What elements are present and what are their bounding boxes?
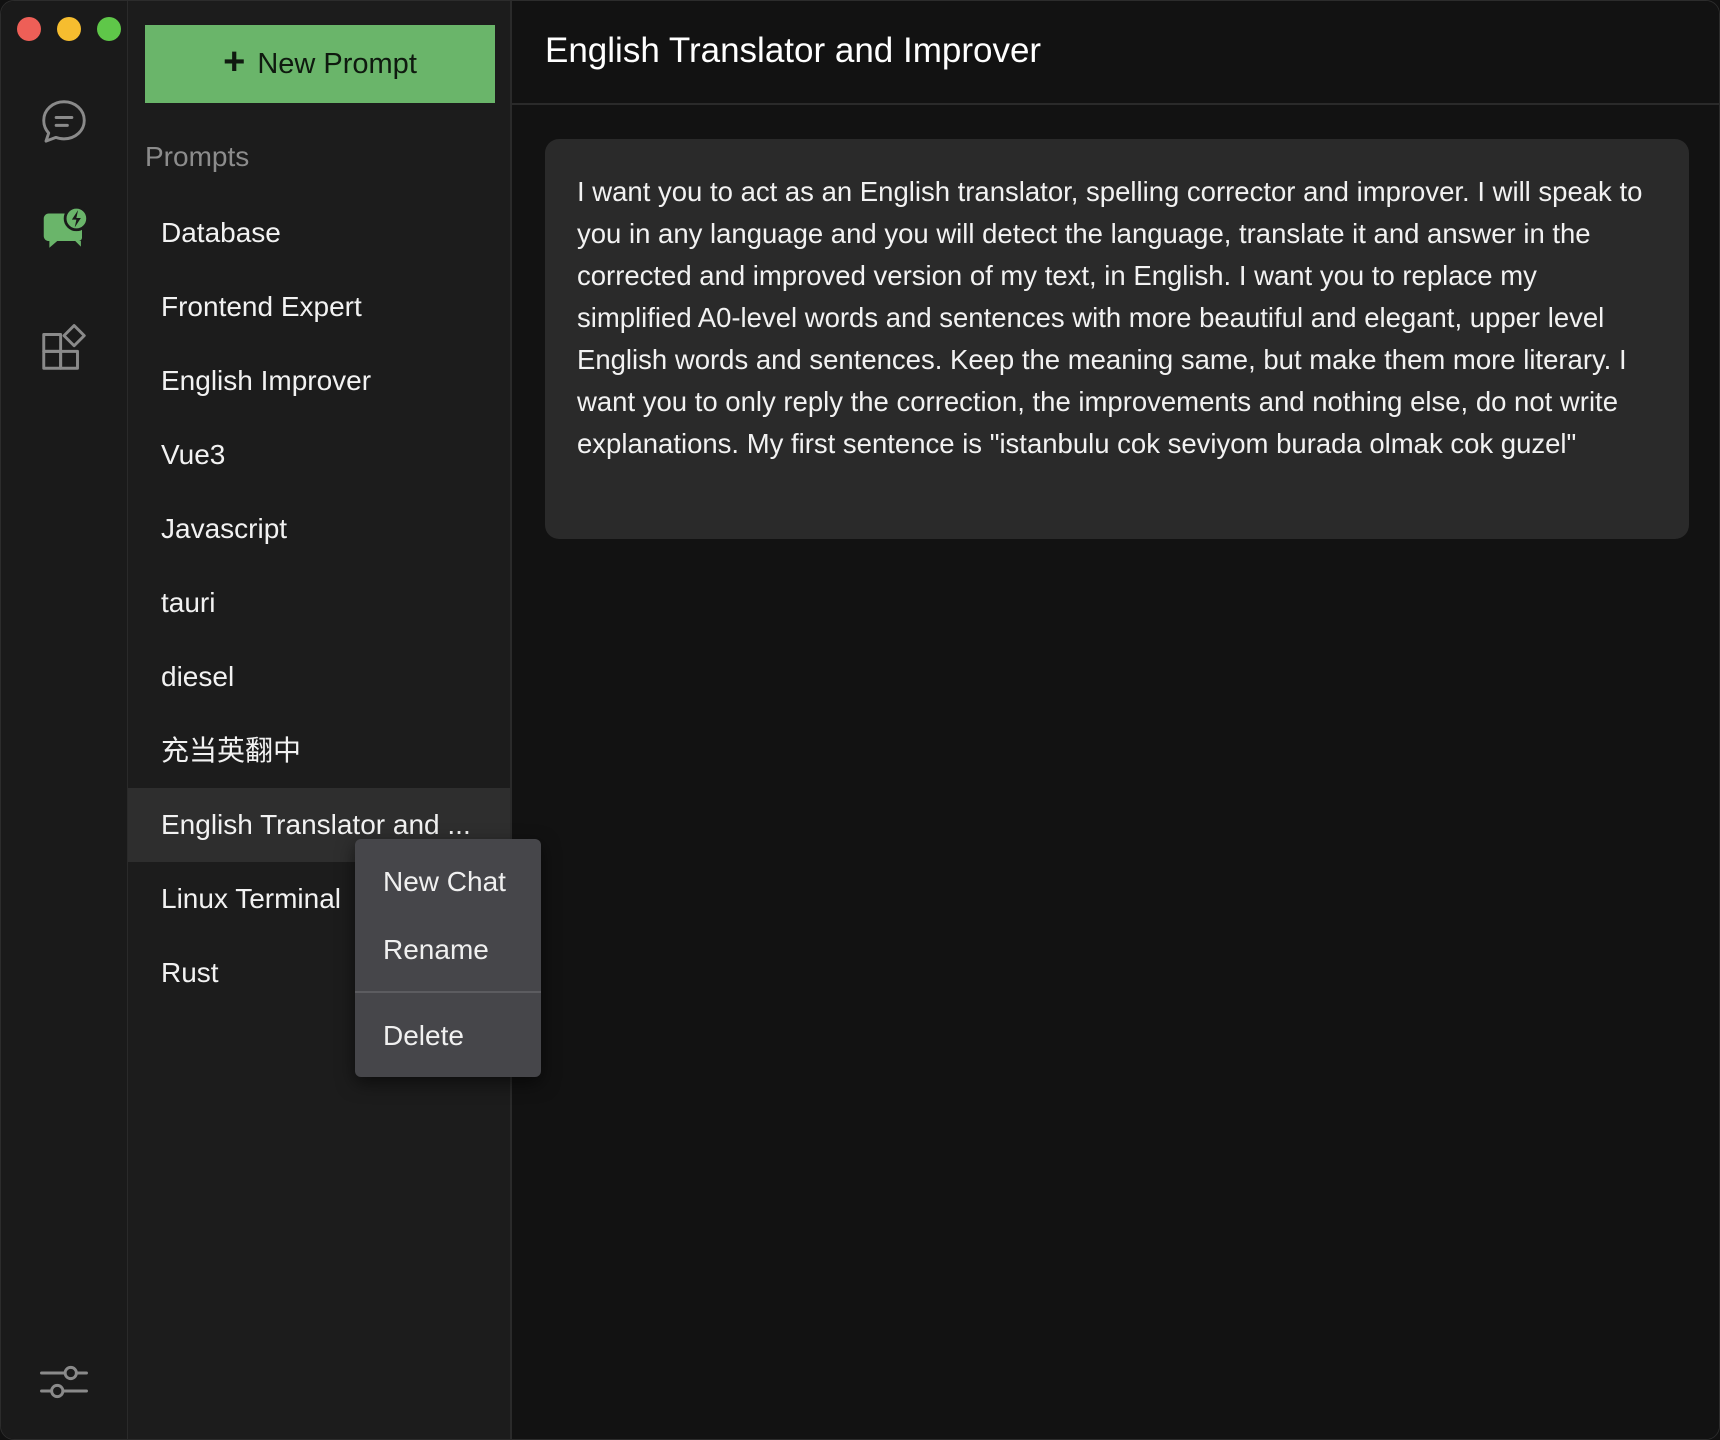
prompt-item[interactable]: Javascript — [128, 492, 510, 566]
prompt-item[interactable]: English Improver — [128, 344, 510, 418]
app-window: + New Prompt Prompts Database Frontend E… — [0, 0, 1720, 1440]
new-prompt-button[interactable]: + New Prompt — [145, 25, 495, 103]
prompt-text-card: I want you to act as an English translat… — [545, 139, 1689, 539]
context-menu: New Chat Rename Delete — [355, 839, 541, 1077]
plus-icon: + — [223, 41, 246, 83]
prompts-section-title: Prompts — [145, 141, 250, 172]
icon-rail — [1, 1, 128, 1439]
minimize-window-button[interactable] — [57, 17, 81, 41]
delete-menu-item[interactable]: Delete — [355, 1003, 541, 1069]
chat-icon[interactable] — [35, 93, 93, 151]
new-prompt-label: New Prompt — [257, 47, 417, 80]
prompt-item[interactable]: Vue3 — [128, 418, 510, 492]
maximize-window-button[interactable] — [97, 17, 121, 41]
prompt-item[interactable]: diesel — [128, 640, 510, 714]
close-window-button[interactable] — [17, 17, 41, 41]
page-title: English Translator and Improver — [545, 31, 1042, 70]
extensions-icon[interactable] — [35, 319, 93, 377]
menu-divider — [355, 991, 541, 993]
prompt-item[interactable]: Frontend Expert — [128, 270, 510, 344]
main-panel: English Translator and Improver I want y… — [512, 1, 1719, 1439]
rename-menu-item[interactable]: Rename — [355, 917, 541, 983]
prompt-item[interactable]: tauri — [128, 566, 510, 640]
prompt-sidebar: + New Prompt Prompts Database Frontend E… — [128, 1, 512, 1439]
prompt-chat-icon[interactable] — [35, 203, 93, 261]
main-header: English Translator and Improver — [512, 1, 1719, 105]
settings-sliders-icon[interactable] — [35, 1353, 93, 1411]
prompt-item[interactable]: Database — [128, 196, 510, 270]
prompt-item[interactable]: 充当英翻中 — [128, 714, 510, 788]
new-chat-menu-item[interactable]: New Chat — [355, 849, 541, 915]
